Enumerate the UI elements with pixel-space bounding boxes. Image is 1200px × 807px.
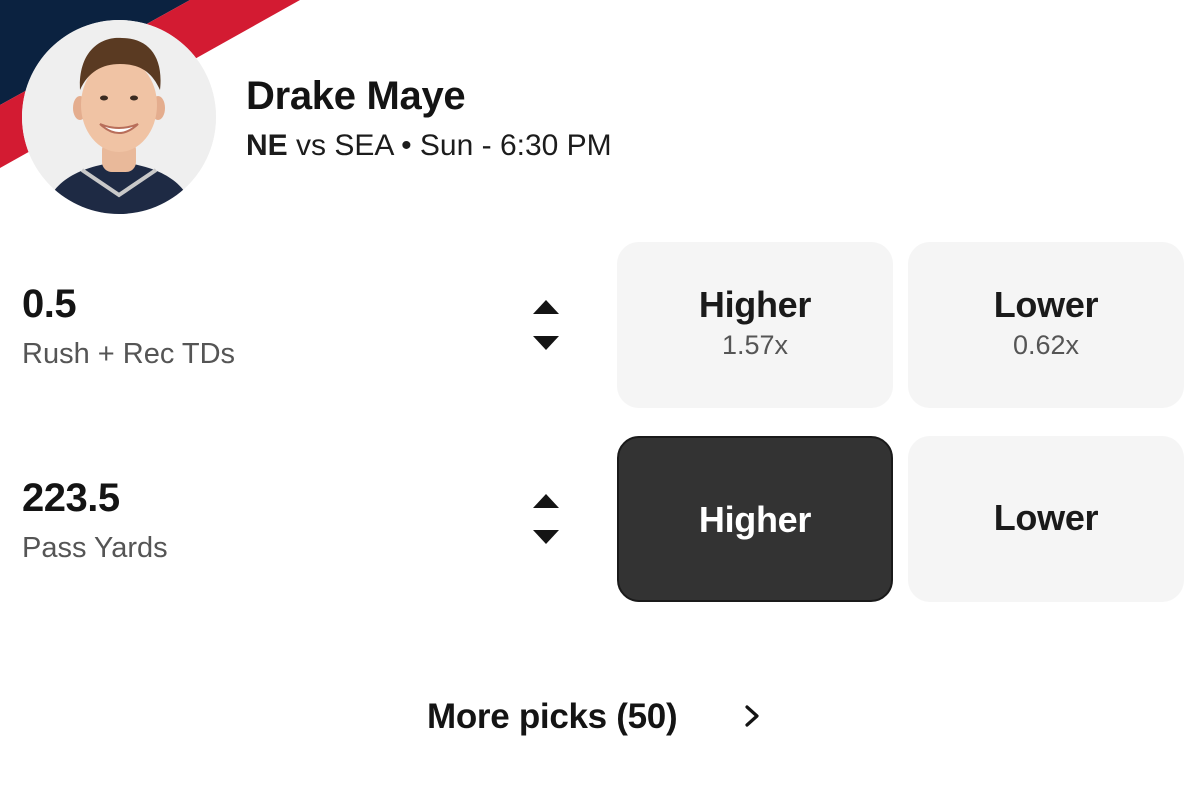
higher-multiplier: 1.57x [721,330,789,360]
lower-label: Lower [993,284,1099,325]
game-info: NE vs SEA • Sun - 6:30 PM [246,128,612,164]
prop-stat-label: Rush + Rec TDs [22,338,236,370]
lower-button[interactable]: Lower [908,436,1184,602]
prop-stat-label: Pass Yards [22,532,168,564]
more-picks-label: More picks (50) [427,697,678,736]
higher-label: Higher [698,499,812,540]
chevron-right-icon [740,704,764,728]
up-down-arrows-icon[interactable] [530,296,562,358]
team-abbr: NE [246,129,288,162]
lower-label: Lower [993,497,1099,538]
player-name: Drake Maye [246,74,466,118]
matchup-details: vs SEA • Sun - 6:30 PM [287,129,612,162]
higher-button-selected[interactable]: Higher [617,436,893,602]
up-down-arrows-icon[interactable] [530,490,562,552]
higher-label: Higher [698,284,812,325]
lower-button[interactable]: Lower 0.62x [908,242,1184,408]
prop-row: 223.5 Pass Yards Higher Lower [0,436,1200,602]
higher-button[interactable]: Higher 1.57x [617,242,893,408]
lower-multiplier: 0.62x [1012,330,1080,360]
prop-line-value: 223.5 [22,476,120,520]
player-avatar [22,20,216,214]
player-card: Drake Maye NE vs SEA • Sun - 6:30 PM 0.5… [0,0,1200,807]
more-picks-link[interactable]: More picks (50) [0,692,1200,742]
prop-row: 0.5 Rush + Rec TDs Higher 1.57x Lower 0.… [0,242,1200,408]
prop-line-value: 0.5 [22,282,77,326]
